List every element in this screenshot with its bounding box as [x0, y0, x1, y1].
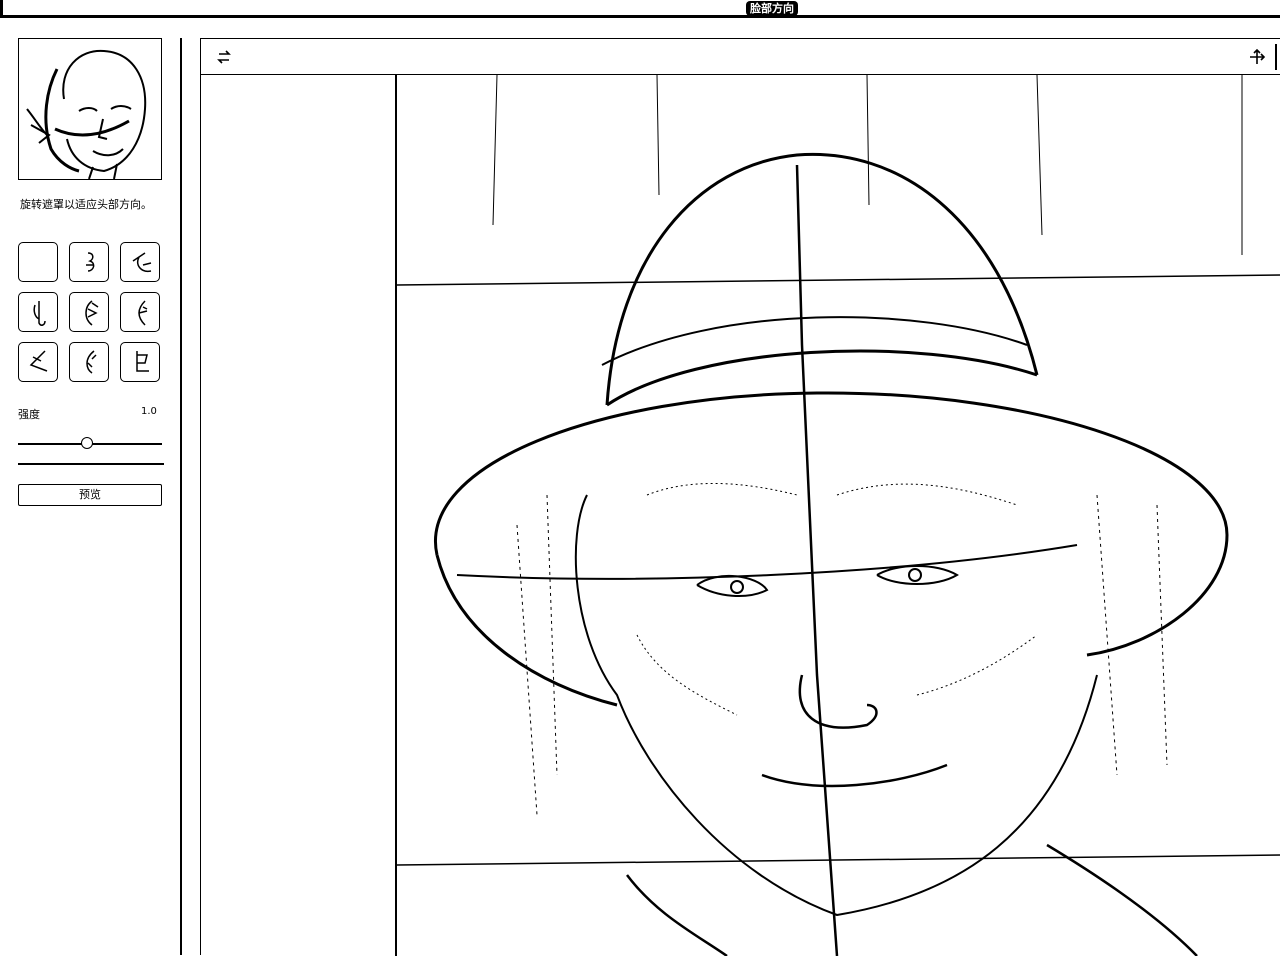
canvas-toolbar [201, 39, 1280, 75]
strength-slider-thumb[interactable] [81, 437, 94, 449]
preset-face-left[interactable] [18, 292, 58, 332]
strength-value: 1.0 [141, 406, 157, 417]
preset-face-down[interactable] [69, 342, 109, 382]
sidebar-divider [18, 463, 164, 465]
face-down-right-icon [136, 351, 149, 372]
sidebar-separator [180, 38, 182, 955]
canvas-panel [200, 38, 1280, 956]
move-icon[interactable] [1248, 48, 1266, 66]
head-direction-preview [18, 38, 162, 180]
face-down-icon [86, 350, 97, 374]
face-center-icon [85, 300, 99, 326]
head-sketch-icon [26, 49, 147, 180]
preset-face-down-right[interactable] [120, 342, 160, 382]
canvas-area[interactable] [201, 75, 1280, 956]
strength-label: 强度 [18, 408, 40, 421]
face-down-left-icon [29, 350, 48, 372]
preview-button[interactable]: 预览 [18, 484, 162, 506]
preset-face-front[interactable] [69, 242, 109, 282]
panel-right-edge [1275, 44, 1277, 70]
preset-face-down-left[interactable] [18, 342, 58, 382]
face-up-right-icon [132, 252, 152, 273]
preset-face-up-right[interactable] [120, 242, 160, 282]
preset-blank[interactable] [18, 242, 58, 282]
instruction-text: 旋转遮罩以适应头部方向。 [20, 198, 152, 211]
title-bar: 脸部方向 [0, 0, 1280, 18]
window-title: 脸部方向 [746, 1, 798, 16]
photo-canvas[interactable] [395, 75, 1280, 956]
preset-face-right[interactable] [120, 292, 160, 332]
face-left-icon [33, 301, 46, 326]
window-edge [0, 0, 3, 18]
face-front-icon [86, 252, 95, 272]
face-right-icon [138, 300, 148, 326]
portrait-sketch-image [397, 75, 1280, 956]
rotate-reset-icon[interactable] [215, 48, 233, 66]
preset-face-center[interactable] [69, 292, 109, 332]
